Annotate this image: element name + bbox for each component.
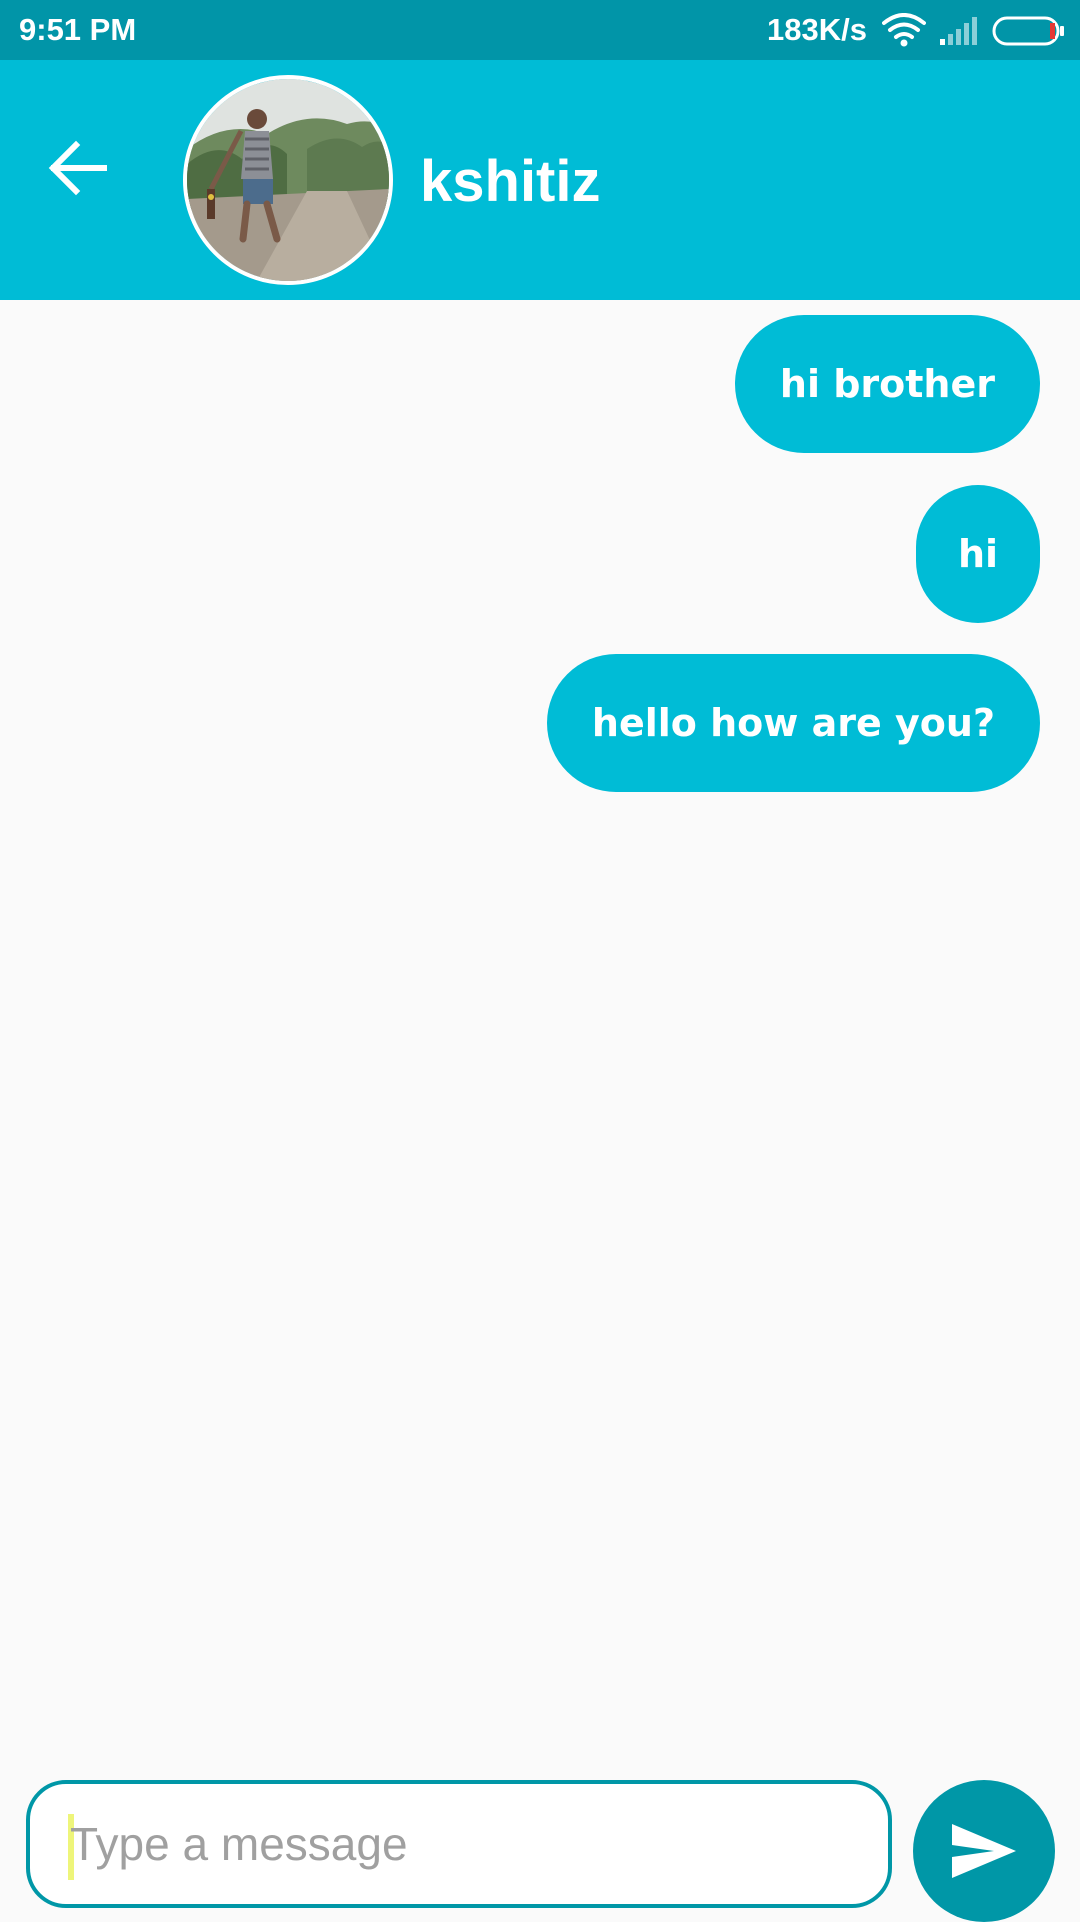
avatar[interactable]	[183, 75, 393, 285]
message-text: hello how are you?	[591, 701, 995, 745]
message-bubble-sent[interactable]: hi	[916, 485, 1040, 623]
network-speed: 183K/s	[767, 12, 867, 47]
message-bubble-sent[interactable]: hi brother	[734, 315, 1040, 453]
message-input[interactable]	[70, 1784, 850, 1904]
signal-icon	[940, 17, 977, 45]
send-icon	[952, 1824, 1016, 1878]
send-button[interactable]	[913, 1780, 1055, 1922]
contact-avatar-photo	[187, 79, 389, 281]
status-bar: 9:51 PM 183K/s	[0, 0, 1080, 60]
message-text: hi brother	[779, 362, 995, 406]
message-bubble-sent[interactable]: hello how are you?	[546, 654, 1040, 792]
message-text: hi	[957, 532, 999, 576]
battery-icon	[992, 16, 1064, 46]
message-list[interactable]: hi brother hi hello how are you?	[0, 300, 1080, 1760]
back-button[interactable]	[30, 120, 126, 216]
back-arrow-icon	[48, 140, 107, 196]
status-time: 9:51 PM	[19, 12, 137, 47]
message-input-container[interactable]	[26, 1780, 892, 1908]
wifi-icon	[882, 13, 926, 47]
contact-name: kshitiz	[420, 149, 601, 214]
